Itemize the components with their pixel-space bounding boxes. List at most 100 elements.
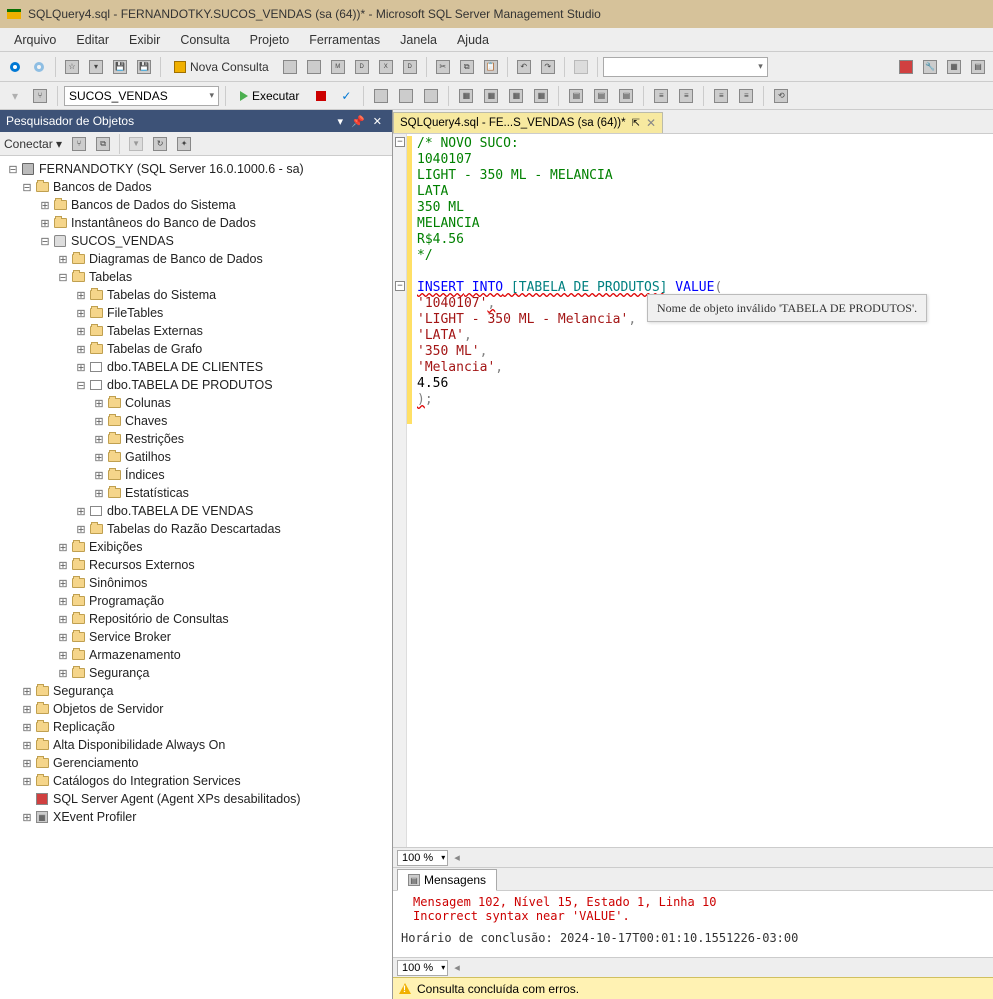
tree-server[interactable]: FERNANDOTKY (SQL Server 16.0.1000.6 - sa… [39, 162, 304, 176]
stop-icon[interactable] [310, 85, 332, 107]
tree-external-tables[interactable]: Tabelas Externas [107, 324, 203, 338]
menu-ferramentas[interactable]: Ferramentas [299, 30, 390, 50]
zoom-combo-msg[interactable]: 100 % [397, 960, 448, 976]
sql-editor[interactable]: − − /* NOVO SUCO: 1040107 LIGHT - 350 ML… [393, 134, 993, 847]
tree-system-db[interactable]: Bancos de Dados do Sistema [71, 198, 236, 212]
grid-icon-3[interactable]: ▦ [505, 85, 527, 107]
save-icon[interactable]: 💾 [109, 56, 131, 78]
tab-close-icon[interactable]: ✕ [646, 116, 656, 130]
tree-chaves[interactable]: Chaves [125, 414, 167, 428]
tree-gatilhos[interactable]: Gatilhos [125, 450, 171, 464]
tree-produtos[interactable]: dbo.TABELA DE PRODUTOS [107, 378, 273, 392]
menu-projeto[interactable]: Projeto [240, 30, 300, 50]
menu-ajuda[interactable]: Ajuda [447, 30, 499, 50]
tree-indices[interactable]: Índices [125, 468, 165, 482]
query-icon-dmx[interactable]: D [351, 56, 373, 78]
tree-clientes[interactable]: dbo.TABELA DE CLIENTES [107, 360, 263, 374]
tree-programacao[interactable]: Programação [89, 594, 164, 608]
fold-icon[interactable]: − [395, 281, 405, 291]
executar-button[interactable]: Executar [232, 87, 307, 105]
tree-seguranca-db[interactable]: Segurança [89, 666, 149, 680]
indent-icon-2[interactable]: ≡ [675, 85, 697, 107]
parse-icon[interactable]: ✓ [335, 85, 357, 107]
tree-system-tables[interactable]: Tabelas do Sistema [107, 288, 216, 302]
tree-armazenamento[interactable]: Armazenamento [89, 648, 181, 662]
chevron-icon[interactable]: ▾ [4, 85, 26, 107]
tree-filetables[interactable]: FileTables [107, 306, 163, 320]
query-icon-xmla[interactable]: X [375, 56, 397, 78]
grid-icon-1[interactable]: ▦ [455, 85, 477, 107]
database-combo[interactable]: SUCOS_VENDAS [64, 86, 219, 106]
oe-refresh-icon[interactable]: ↻ [149, 133, 171, 155]
query-icon-dax[interactable]: D [399, 56, 421, 78]
zoom-combo[interactable]: 100 % [397, 850, 448, 866]
new-item-icon[interactable]: ☆ [61, 56, 83, 78]
query-icon-1[interactable] [279, 56, 301, 78]
cut-icon[interactable]: ✂ [432, 56, 454, 78]
tool-icon-1[interactable] [895, 56, 917, 78]
open-icon[interactable]: ▾ [85, 56, 107, 78]
oe-filter-icon[interactable]: ▼ [125, 133, 147, 155]
tree-colunas[interactable]: Colunas [125, 396, 171, 410]
result-icon-2[interactable]: ▤ [590, 85, 612, 107]
save-all-icon[interactable]: 💾 [133, 56, 155, 78]
tree-sinonimos[interactable]: Sinônimos [89, 576, 147, 590]
nav-fwd-icon[interactable] [28, 56, 50, 78]
panel-close-icon[interactable]: ✕ [369, 115, 386, 128]
result-icon-1[interactable]: ▤ [565, 85, 587, 107]
menu-consulta[interactable]: Consulta [170, 30, 239, 50]
object-explorer-tree[interactable]: ⊟FERNANDOTKY (SQL Server 16.0.1000.6 - s… [0, 156, 392, 999]
query-icon-2[interactable] [303, 56, 325, 78]
tree-graph-tables[interactable]: Tabelas de Grafo [107, 342, 202, 356]
tree-obj-servidor[interactable]: Objetos de Servidor [53, 702, 163, 716]
tree-recursos[interactable]: Recursos Externos [89, 558, 195, 572]
branch-icon[interactable]: ⑂ [29, 85, 51, 107]
paste-icon[interactable]: 📋 [480, 56, 502, 78]
editor-tab[interactable]: SQLQuery4.sql - FE...S_VENDAS (sa (64))*… [393, 112, 663, 133]
comment-icon-2[interactable]: ≡ [735, 85, 757, 107]
tree-estatisticas[interactable]: Estatísticas [125, 486, 189, 500]
oe-icon-5[interactable]: ✦ [173, 133, 195, 155]
menu-arquivo[interactable]: Arquivo [4, 30, 66, 50]
tree-repo[interactable]: Repositório de Consultas [89, 612, 229, 626]
nova-consulta-button[interactable]: Nova Consulta [166, 58, 277, 76]
plan-icon-1[interactable] [370, 85, 392, 107]
tree-xevent[interactable]: XEvent Profiler [53, 810, 136, 824]
copy-icon[interactable]: ⧉ [456, 56, 478, 78]
grid-icon-4[interactable]: ▦ [530, 85, 552, 107]
tree-databases[interactable]: Bancos de Dados [53, 180, 152, 194]
find-combo[interactable] [603, 57, 768, 77]
tool-icon-wrench[interactable]: 🔧 [919, 56, 941, 78]
messages-body[interactable]: Mensagem 102, Nível 15, Estado 1, Linha … [393, 891, 993, 957]
tree-diagrams[interactable]: Diagramas de Banco de Dados [89, 252, 263, 266]
tree-seguranca[interactable]: Segurança [53, 684, 113, 698]
tree-catalogos[interactable]: Catálogos do Integration Services [53, 774, 241, 788]
tab-pin-icon[interactable]: ⇱ [632, 118, 640, 129]
grid-icon-2[interactable]: ▦ [480, 85, 502, 107]
nav-back-icon[interactable] [4, 56, 26, 78]
tree-restricoes[interactable]: Restrições [125, 432, 184, 446]
tree-razao[interactable]: Tabelas do Razão Descartadas [107, 522, 281, 536]
tree-snapshots[interactable]: Instantâneos do Banco de Dados [71, 216, 256, 230]
messages-tab[interactable]: ▤ Mensagens [397, 869, 497, 891]
find-icon[interactable] [570, 56, 592, 78]
tree-sucos[interactable]: SUCOS_VENDAS [71, 234, 174, 248]
menu-janela[interactable]: Janela [390, 30, 447, 50]
fold-icon[interactable]: − [395, 137, 405, 147]
conectar-label[interactable]: Conectar ▾ [4, 137, 62, 151]
menu-editar[interactable]: Editar [66, 30, 119, 50]
query-icon-mdx[interactable]: M [327, 56, 349, 78]
tree-vendas[interactable]: dbo.TABELA DE VENDAS [107, 504, 253, 518]
tree-agent[interactable]: SQL Server Agent (Agent XPs desabilitado… [53, 792, 301, 806]
tree-alta[interactable]: Alta Disponibilidade Always On [53, 738, 225, 752]
tree-replicacao[interactable]: Replicação [53, 720, 115, 734]
indent-icon-1[interactable]: ≡ [650, 85, 672, 107]
misc-icon-1[interactable]: ⟲ [770, 85, 792, 107]
panel-dropdown-icon[interactable]: ▾ [334, 115, 348, 128]
oe-icon-2[interactable]: ⧉ [92, 133, 114, 155]
tree-tables[interactable]: Tabelas [89, 270, 132, 284]
result-icon-3[interactable]: ▤ [615, 85, 637, 107]
plan-icon-2[interactable] [395, 85, 417, 107]
oe-icon-1[interactable]: ⑂ [68, 133, 90, 155]
plan-icon-3[interactable] [420, 85, 442, 107]
